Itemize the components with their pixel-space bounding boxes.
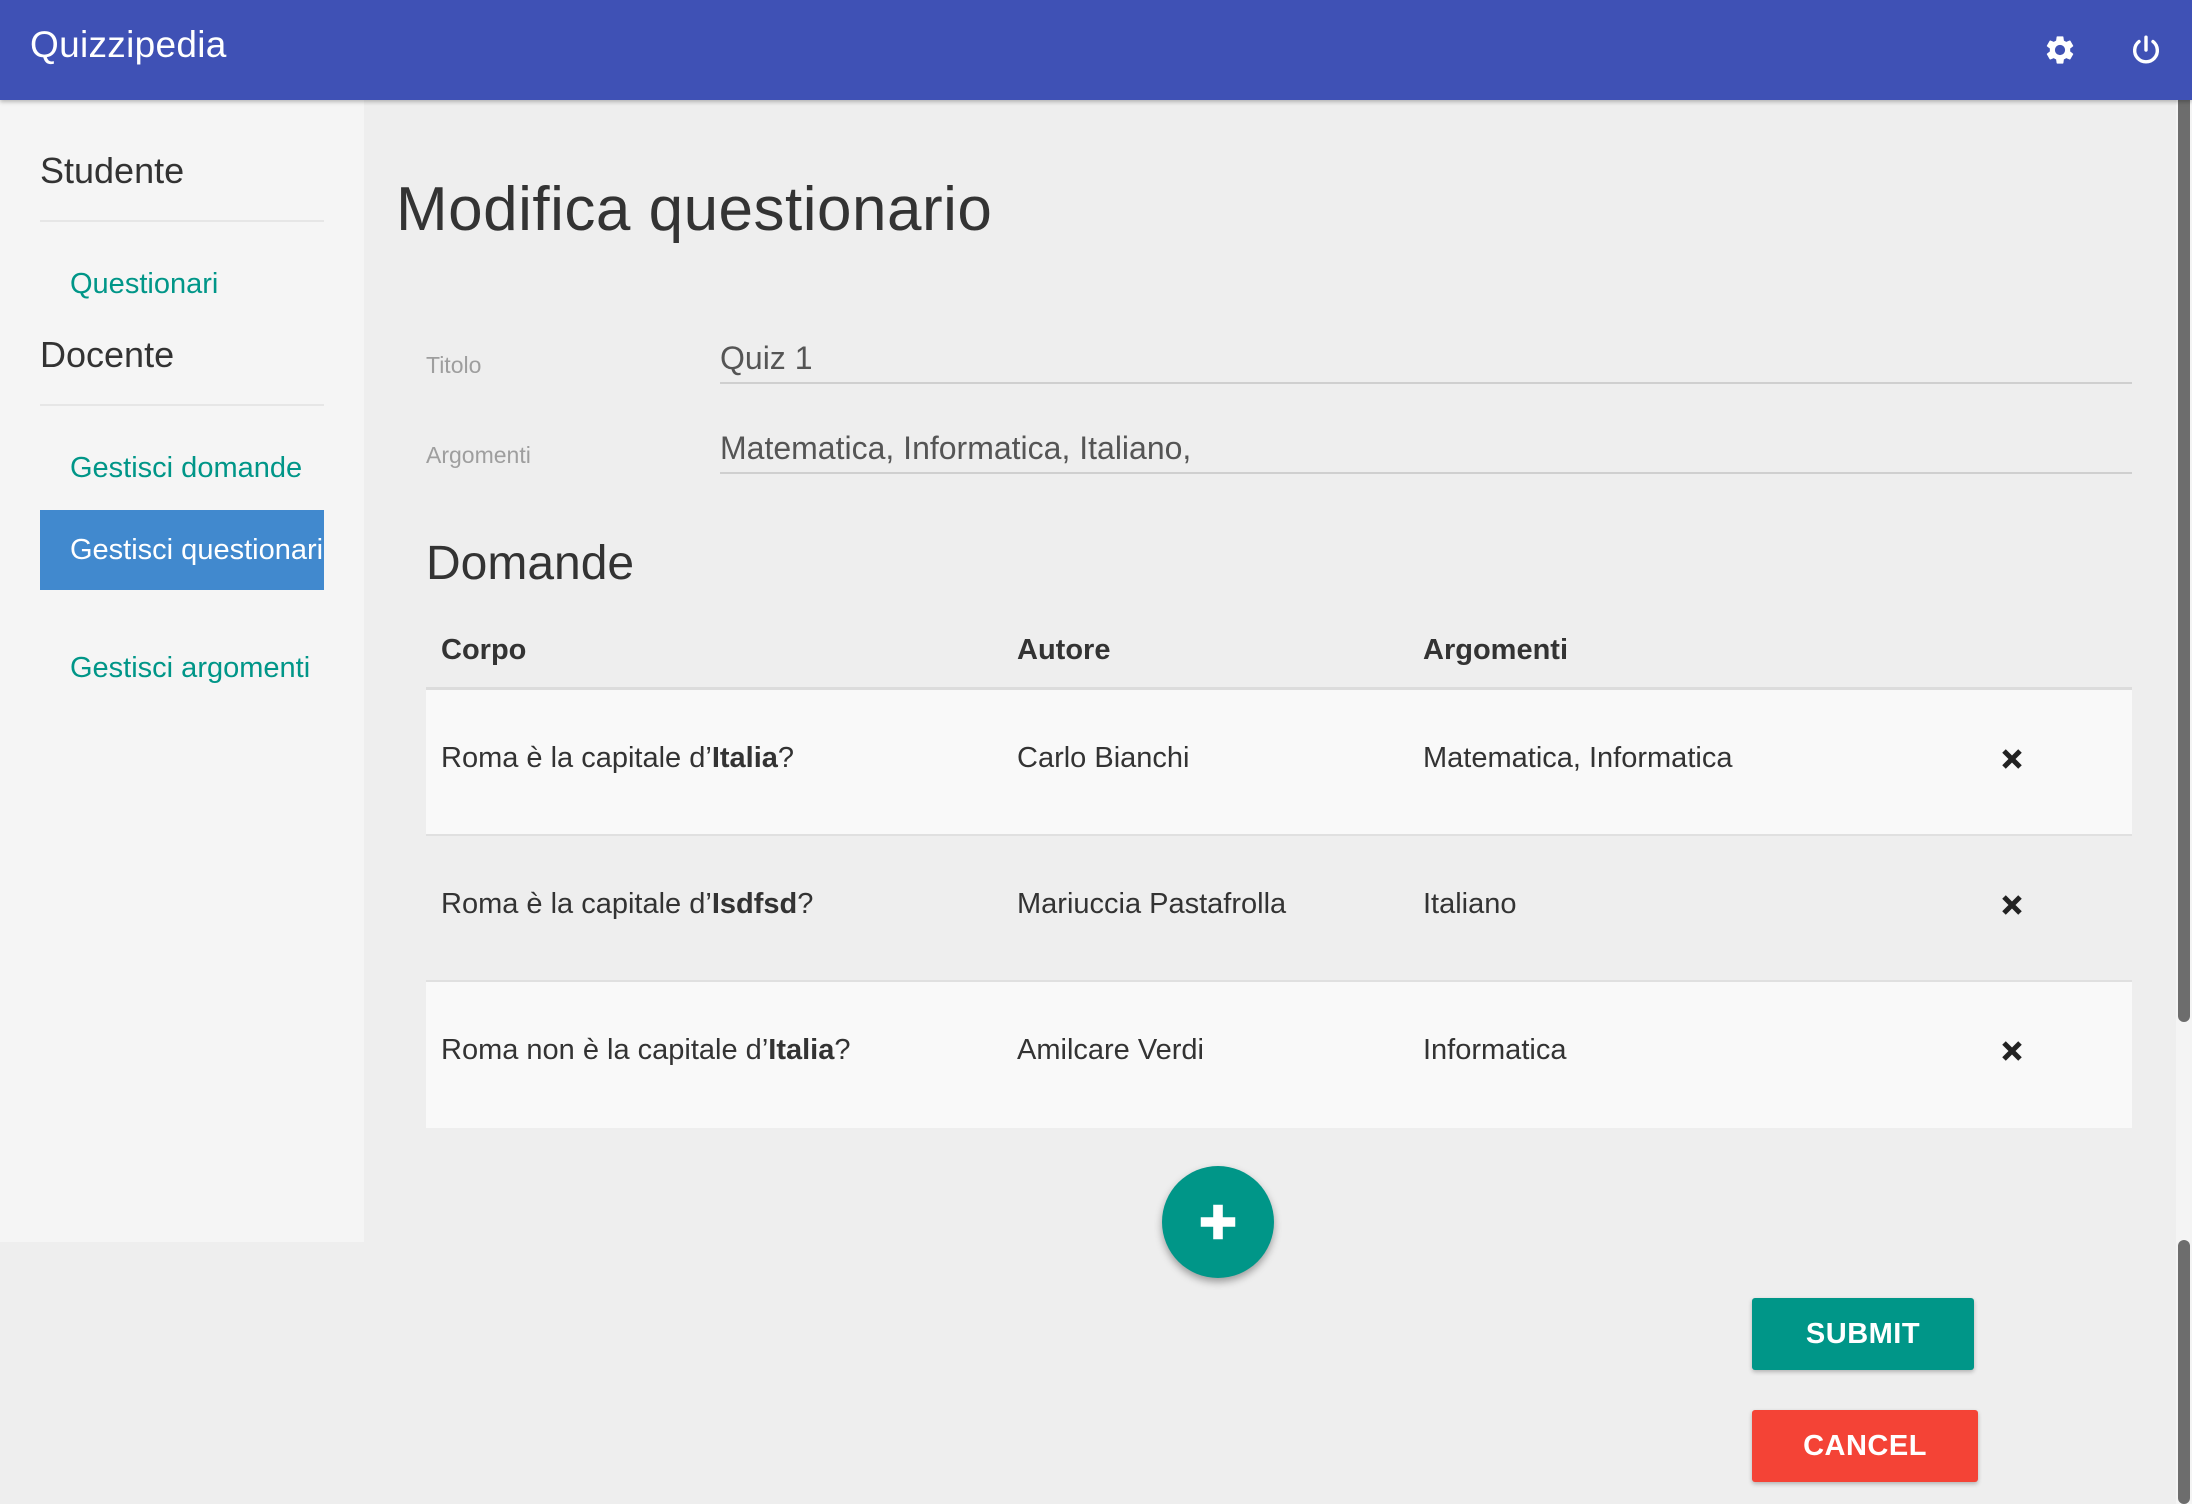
power-icon	[2133, 35, 2159, 64]
sidebar-section-docente: Docente	[40, 334, 175, 375]
corpo-text: Roma è la capitale d’	[441, 888, 712, 920]
gear-icon	[2046, 36, 2074, 64]
plus-icon	[1200, 1204, 1236, 1240]
close-icon	[2002, 749, 2022, 769]
close-icon	[2002, 895, 2022, 915]
cell-corpo: Roma è la capitale d’Italia?	[441, 742, 794, 775]
logout-button[interactable]	[2124, 28, 2168, 72]
divider	[40, 404, 324, 406]
delete-row-button[interactable]	[1989, 736, 2035, 782]
cell-argomenti: Informatica	[1423, 1034, 1567, 1066]
table-header: Corpo Autore Argomenti	[426, 620, 2132, 690]
scrollbar-thumb[interactable]	[2178, 0, 2190, 1022]
cell-corpo: Roma è la capitale d’Isdfsd?	[441, 888, 813, 921]
titolo-label: Titolo	[426, 352, 482, 378]
cell-argomenti: Matematica, Informatica	[1423, 742, 1733, 774]
argomenti-label: Argomenti	[426, 442, 531, 468]
cancel-button[interactable]: CANCEL	[1752, 1410, 1978, 1482]
domande-heading: Domande	[426, 537, 635, 590]
page-title: Modifica questionario	[396, 175, 993, 244]
app-title[interactable]: Quizzipedia	[30, 24, 227, 66]
settings-button[interactable]	[2038, 28, 2082, 72]
sidebar: Studente Questionari Docente Gestisci do…	[0, 100, 364, 1242]
sidebar-item-gestisci-questionari[interactable]: Gestisci questionari	[40, 510, 324, 590]
corpo-text: Roma è la capitale d’	[441, 742, 712, 774]
column-header-autore: Autore	[1017, 634, 1111, 666]
sidebar-item-gestisci-argomenti[interactable]: Gestisci argomenti	[40, 648, 324, 688]
add-question-button[interactable]	[1162, 1166, 1274, 1278]
corpo-bold-text: Italia	[768, 1034, 835, 1066]
top-app-bar: Quizzipedia	[0, 0, 2192, 100]
scrollbar[interactable]	[2176, 0, 2192, 1504]
corpo-suffix: ?	[834, 1034, 851, 1066]
table-row: Roma è la capitale d’Italia? Carlo Bianc…	[426, 690, 2132, 836]
corpo-bold-text: Isdfsd	[711, 888, 798, 920]
cell-autore: Carlo Bianchi	[1017, 742, 1190, 774]
table-row: Roma è la capitale d’Isdfsd? Mariuccia P…	[426, 836, 2132, 982]
corpo-bold-text: Italia	[711, 742, 778, 774]
cell-corpo: Roma non è la capitale d’Italia?	[441, 1034, 851, 1067]
cell-argomenti: Italiano	[1423, 888, 1517, 920]
table-row: Roma non è la capitale d’Italia? Amilcar…	[426, 982, 2132, 1128]
delete-row-button[interactable]	[1989, 882, 2035, 928]
submit-button[interactable]: SUBMIT	[1752, 1298, 1974, 1370]
delete-row-button[interactable]	[1989, 1028, 2035, 1074]
close-icon	[2002, 1041, 2022, 1061]
column-header-argomenti: Argomenti	[1423, 634, 1568, 666]
cell-autore: Amilcare Verdi	[1017, 1034, 1204, 1066]
sidebar-section-studente: Studente	[40, 150, 185, 191]
divider	[40, 220, 324, 222]
cell-autore: Mariuccia Pastafrolla	[1017, 888, 1287, 920]
sidebar-item-questionari[interactable]: Questionari	[40, 264, 324, 304]
sidebar-item-gestisci-domande[interactable]: Gestisci domande	[40, 448, 324, 488]
argomenti-input[interactable]	[720, 424, 2132, 474]
titolo-input[interactable]	[720, 334, 2132, 384]
corpo-suffix: ?	[777, 742, 795, 774]
column-header-corpo: Corpo	[441, 634, 527, 666]
corpo-suffix: ?	[797, 888, 814, 920]
corpo-text: Roma non è la capitale d’	[441, 1034, 769, 1066]
scrollbar-thumb-lower[interactable]	[2178, 1240, 2190, 1504]
